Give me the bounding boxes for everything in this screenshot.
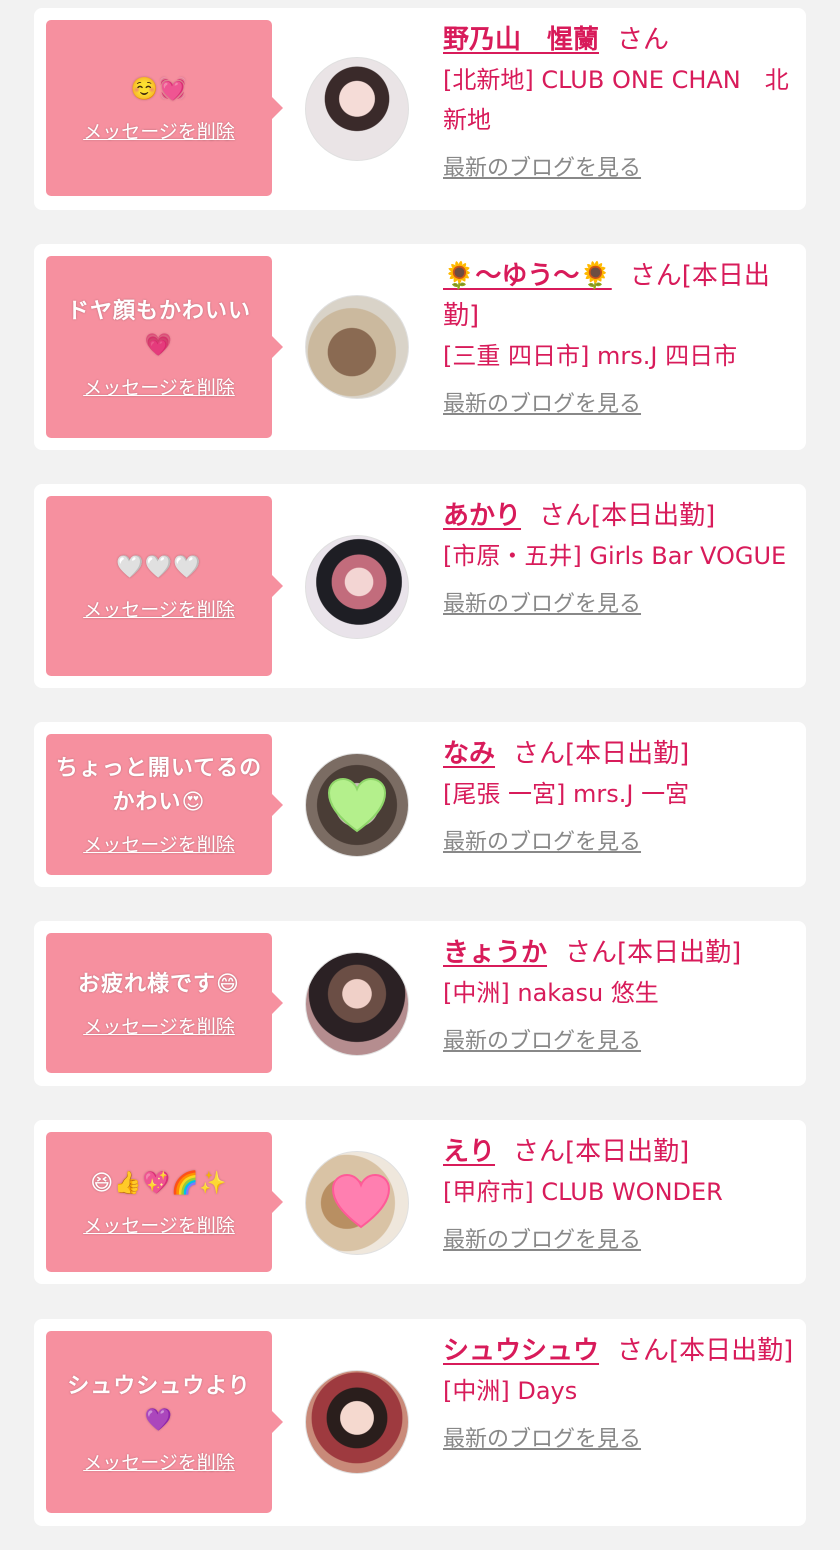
message-bubble: 😆👍💖🌈✨ メッセージを削除 — [46, 1132, 283, 1272]
cast-name-link[interactable]: えり — [443, 1137, 495, 1167]
message-bubble: シュウシュウより💜 メッセージを削除 — [46, 1331, 283, 1513]
shop-name: [市原・五井] Girls Bar VOGUE — [443, 542, 787, 570]
favorite-card: 😆👍💖🌈✨ メッセージを削除 えり さん[本日出勤] [甲府市] CLUB WON… — [34, 1120, 806, 1284]
favorite-card: ドヤ顔もかわいい💗 メッセージを削除 🌻〜ゆう〜🌻 さん[本日出勤] [三重 四日… — [34, 244, 806, 450]
favorite-card: ☺️💓 メッセージを削除 野乃山 惺蘭 さん [北新地] CLUB ONE CHA… — [34, 8, 806, 210]
delete-message-link[interactable]: メッセージを削除 — [83, 1448, 235, 1475]
honorific: さん — [513, 1137, 566, 1167]
message-text: シュウシュウより💜 — [67, 1373, 251, 1433]
cast-info: なみ さん[本日出勤] [尾張 一宮] mrs.J 一宮 最新のブログを見る — [443, 734, 794, 858]
status-text: [本日出勤] — [591, 501, 716, 531]
view-latest-blog-link[interactable]: 最新のブログを見る — [443, 154, 641, 184]
shop-name: [中洲] Days — [443, 1377, 578, 1405]
view-latest-blog-link[interactable]: 最新のブログを見る — [443, 1425, 641, 1455]
message-text: お疲れ様です😄 — [78, 971, 240, 997]
view-latest-blog-link[interactable]: 最新のブログを見る — [443, 1226, 641, 1256]
cast-info: きょうか さん[本日出勤] [中洲] nakasu 悠生 最新のブログを見る — [443, 933, 794, 1057]
view-latest-blog-link[interactable]: 最新のブログを見る — [443, 828, 641, 858]
message-bubble: ☺️💓 メッセージを削除 — [46, 20, 283, 196]
avatar[interactable] — [305, 1370, 409, 1474]
shop-name: [三重 四日市] mrs.J 四日市 — [443, 342, 738, 370]
cast-info: えり さん[本日出勤] [甲府市] CLUB WONDER 最新のブログを見る — [443, 1132, 794, 1256]
view-latest-blog-link[interactable]: 最新のブログを見る — [443, 590, 641, 620]
honorific: さん — [539, 501, 592, 531]
pink-heart-icon — [331, 1173, 391, 1229]
avatar[interactable] — [305, 1151, 409, 1255]
cast-name-link[interactable]: 🌻〜ゆう〜🌻 — [443, 261, 612, 291]
cast-name-link[interactable]: なみ — [443, 739, 495, 769]
status-text: [本日出勤] — [669, 1336, 794, 1366]
honorific: さん — [617, 1336, 670, 1366]
green-heart-icon — [327, 777, 387, 833]
message-text: 🤍🤍🤍 — [116, 554, 202, 580]
shop-name: [北新地] CLUB ONE CHAN 北新地 — [443, 66, 789, 134]
message-bubble: ちょっと開いてるのかわい😍 メッセージを削除 — [46, 734, 283, 875]
avatar[interactable] — [305, 535, 409, 639]
message-text: ☺️💓 — [130, 76, 188, 102]
message-bubble: ドヤ顔もかわいい💗 メッセージを削除 — [46, 256, 283, 438]
status-text: [本日出勤] — [565, 1137, 690, 1167]
favorite-card: シュウシュウより💜 メッセージを削除 シュウシュウ さん[本日出勤] [中洲] D… — [34, 1319, 806, 1526]
honorific: さん — [629, 261, 682, 291]
delete-message-link[interactable]: メッセージを削除 — [83, 1211, 235, 1238]
cast-name-link[interactable]: あかり — [443, 501, 521, 531]
cast-info: あかり さん[本日出勤] [市原・五井] Girls Bar VOGUE 最新のブ… — [443, 496, 794, 620]
shop-name: [尾張 一宮] mrs.J 一宮 — [443, 780, 690, 808]
favorite-card: ちょっと開いてるのかわい😍 メッセージを削除 なみ さん[本日出勤] [尾張 一宮… — [34, 722, 806, 887]
status-text: [本日出勤] — [617, 938, 742, 968]
favorite-card: お疲れ様です😄 メッセージを削除 きょうか さん[本日出勤] [中洲] nakas… — [34, 921, 806, 1086]
honorific: さん — [513, 739, 566, 769]
cast-name-link[interactable]: シュウシュウ — [443, 1336, 599, 1366]
honorific: さん — [565, 938, 618, 968]
message-bubble: 🤍🤍🤍 メッセージを削除 — [46, 496, 283, 676]
cast-name-link[interactable]: きょうか — [443, 938, 547, 968]
cast-info: 🌻〜ゆう〜🌻 さん[本日出勤] [三重 四日市] mrs.J 四日市 最新のブログ… — [443, 256, 794, 420]
delete-message-link[interactable]: メッセージを削除 — [83, 1012, 235, 1039]
avatar[interactable] — [305, 57, 409, 161]
shop-name: [甲府市] CLUB WONDER — [443, 1178, 723, 1206]
delete-message-link[interactable]: メッセージを削除 — [83, 117, 235, 144]
message-text: 😆👍💖🌈✨ — [90, 1170, 228, 1196]
delete-message-link[interactable]: メッセージを削除 — [83, 595, 235, 622]
cast-info: シュウシュウ さん[本日出勤] [中洲] Days 最新のブログを見る — [443, 1331, 794, 1455]
message-text: ドヤ顔もかわいい💗 — [66, 298, 251, 358]
cast-name-link[interactable]: 野乃山 惺蘭 — [443, 25, 599, 55]
honorific: さん — [617, 25, 670, 55]
favorite-card: 🤍🤍🤍 メッセージを削除 あかり さん[本日出勤] [市原・五井] Girls B… — [34, 484, 806, 688]
avatar[interactable] — [305, 295, 409, 399]
delete-message-link[interactable]: メッセージを削除 — [83, 373, 235, 400]
delete-message-link[interactable]: メッセージを削除 — [83, 830, 235, 857]
avatar[interactable] — [305, 952, 409, 1056]
status-text: [本日出勤] — [565, 739, 690, 769]
cast-info: 野乃山 惺蘭 さん [北新地] CLUB ONE CHAN 北新地 最新のブログを… — [443, 20, 794, 184]
shop-name: [中洲] nakasu 悠生 — [443, 979, 659, 1007]
message-text: ちょっと開いてるのかわい😍 — [55, 756, 263, 815]
message-bubble: お疲れ様です😄 メッセージを削除 — [46, 933, 283, 1073]
view-latest-blog-link[interactable]: 最新のブログを見る — [443, 390, 641, 420]
view-latest-blog-link[interactable]: 最新のブログを見る — [443, 1027, 641, 1057]
avatar[interactable] — [305, 753, 409, 857]
